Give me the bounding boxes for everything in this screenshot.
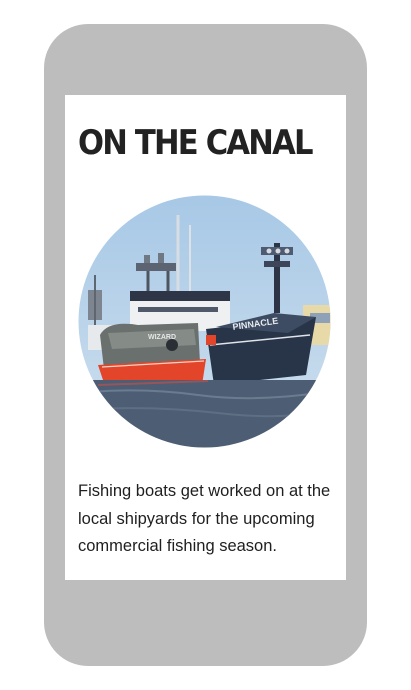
article-caption: Fishing boats get worked on at the local…	[78, 482, 331, 555]
boat-left-name: WIZARD	[148, 334, 176, 341]
article-title: ON THE CANAL	[78, 123, 313, 163]
boats-watercolor-illustration: PINNACLE WIZARD	[78, 195, 331, 448]
phone-screen[interactable]: ON THE CANAL PINNACLE WIZARD Fishing boa…	[65, 95, 346, 580]
